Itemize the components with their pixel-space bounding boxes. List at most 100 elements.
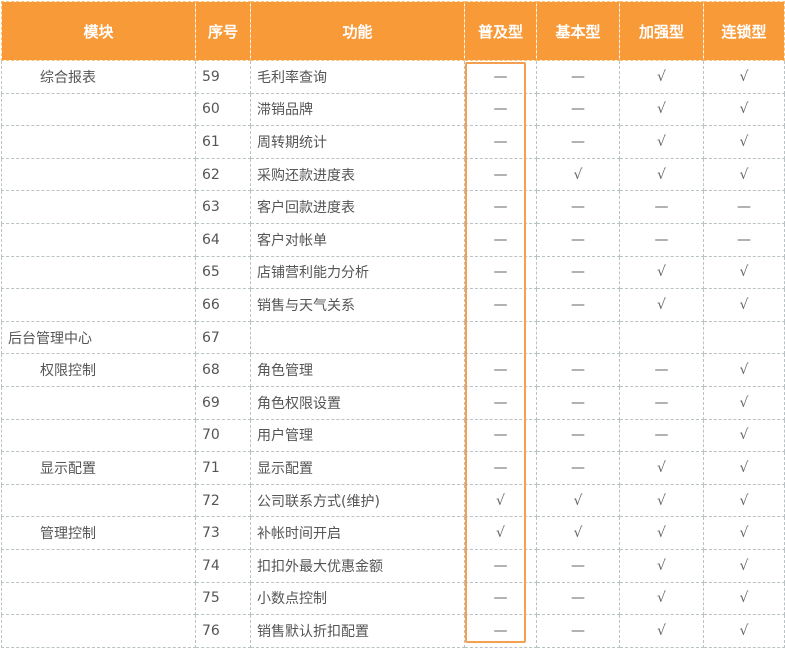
- basic-cell: —: [536, 190, 620, 224]
- basic-plus-cell: —: [464, 581, 537, 616]
- number-cell: 60: [195, 92, 251, 127]
- enhanced-cell: √: [619, 60, 704, 94]
- basic-plus-cell: √: [464, 516, 537, 550]
- module-cell: [1, 483, 196, 518]
- function-cell: 角色权限设置: [250, 385, 465, 420]
- module-cell: [1, 190, 196, 224]
- function-cell: 采购还款进度表: [250, 157, 465, 192]
- number-cell: 73: [195, 516, 251, 550]
- function-cell: 角色管理: [250, 353, 465, 387]
- basic-cell: —: [536, 581, 620, 616]
- chain-cell: √: [703, 483, 785, 518]
- table-row: 显示配置 71 显示配置 — — √ √: [1, 451, 785, 485]
- table-row: 61 周转期统计 — — √ √: [1, 125, 785, 159]
- table-row: 74 扣扣外最大优惠金额 — — √ √: [1, 548, 785, 583]
- function-cell: 补帐时间开启: [250, 516, 465, 550]
- chain-cell: √: [703, 418, 785, 453]
- basic-cell: —: [536, 353, 620, 387]
- module-cell: 综合报表: [1, 60, 196, 94]
- table-row: 72 公司联系方式(维护) √ √ √ √: [1, 483, 785, 518]
- function-cell: 显示配置: [250, 451, 465, 485]
- basic-cell: —: [536, 288, 620, 322]
- table-row: 75 小数点控制 — — √ √: [1, 581, 785, 616]
- enhanced-cell: √: [619, 483, 704, 518]
- basic-plus-cell: —: [464, 222, 537, 257]
- basic-cell: —: [536, 60, 620, 94]
- table-row: 69 角色权限设置 — — — √: [1, 385, 785, 420]
- module-cell: [1, 288, 196, 322]
- table-row: 64 客户对帐单 — — — —: [1, 222, 785, 257]
- enhanced-cell: √: [619, 255, 704, 290]
- feature-comparison: 模块 序号 功能 普及型 基本型 加强型 连锁型 综合报表 59 毛利率查询 — — √ √…: [0, 0, 785, 649]
- header-enhanced: 加强型: [619, 1, 704, 61]
- chain-cell: √: [703, 581, 785, 616]
- enhanced-cell: √: [619, 451, 704, 485]
- table-row: 66 销售与天气关系 — — √ √: [1, 288, 785, 322]
- chain-cell: √: [703, 157, 785, 192]
- header-chain: 连锁型: [703, 1, 785, 61]
- chain-cell: √: [703, 288, 785, 322]
- enhanced-cell: —: [619, 353, 704, 387]
- header-number: 序号: [195, 1, 251, 61]
- function-cell: 扣扣外最大优惠金额: [250, 548, 465, 583]
- basic-cell: —: [536, 451, 620, 485]
- table-row: 70 用户管理 — — — √: [1, 418, 785, 453]
- number-cell: 63: [195, 190, 251, 224]
- basic-plus-cell: —: [464, 548, 537, 583]
- enhanced-cell: √: [619, 157, 704, 192]
- chain-cell: √: [703, 255, 785, 290]
- number-cell: 71: [195, 451, 251, 485]
- chain-cell: √: [703, 125, 785, 159]
- chain-cell: —: [703, 222, 785, 257]
- basic-cell: —: [536, 548, 620, 583]
- basic-plus-cell: [464, 320, 537, 355]
- number-cell: 66: [195, 288, 251, 322]
- basic-plus-cell: —: [464, 288, 537, 322]
- function-cell: 销售默认折扣配置: [250, 614, 465, 648]
- module-cell: [1, 614, 196, 648]
- enhanced-cell: √: [619, 516, 704, 550]
- module-cell: [1, 385, 196, 420]
- chain-cell: √: [703, 385, 785, 420]
- chain-cell: √: [703, 60, 785, 94]
- number-cell: 64: [195, 222, 251, 257]
- table-row: 62 采购还款进度表 — √ √ √: [1, 157, 785, 192]
- header-basic: 基本型: [536, 1, 620, 61]
- basic-cell: —: [536, 418, 620, 453]
- enhanced-cell: —: [619, 385, 704, 420]
- chain-cell: √: [703, 92, 785, 127]
- table-row: 76 销售默认折扣配置 — — √ √: [1, 614, 785, 648]
- chain-cell: √: [703, 353, 785, 387]
- module-cell: [1, 548, 196, 583]
- function-cell: 客户对帐单: [250, 222, 465, 257]
- module-cell: [1, 157, 196, 192]
- enhanced-cell: —: [619, 418, 704, 453]
- table-row: 60 滞销品牌 — — √ √: [1, 92, 785, 127]
- number-cell: 61: [195, 125, 251, 159]
- basic-cell: [536, 320, 620, 355]
- enhanced-cell: √: [619, 581, 704, 616]
- function-cell: 公司联系方式(维护): [250, 483, 465, 518]
- enhanced-cell: √: [619, 548, 704, 583]
- header-function: 功能: [250, 1, 465, 61]
- basic-plus-cell: √: [464, 483, 537, 518]
- chain-cell: √: [703, 516, 785, 550]
- basic-cell: —: [536, 255, 620, 290]
- module-cell: 后台管理中心: [1, 320, 196, 355]
- table-row: 管理控制 73 补帐时间开启 √ √ √ √: [1, 516, 785, 550]
- number-cell: 76: [195, 614, 251, 648]
- module-cell: [1, 125, 196, 159]
- module-cell: [1, 92, 196, 127]
- number-cell: 62: [195, 157, 251, 192]
- basic-plus-cell: —: [464, 385, 537, 420]
- function-cell: 客户回款进度表: [250, 190, 465, 224]
- basic-plus-cell: —: [464, 60, 537, 94]
- chain-cell: √: [703, 548, 785, 583]
- chain-cell: √: [703, 451, 785, 485]
- enhanced-cell: √: [619, 92, 704, 127]
- basic-cell: —: [536, 614, 620, 648]
- basic-plus-cell: —: [464, 157, 537, 192]
- number-cell: 65: [195, 255, 251, 290]
- number-cell: 72: [195, 483, 251, 518]
- basic-cell: —: [536, 385, 620, 420]
